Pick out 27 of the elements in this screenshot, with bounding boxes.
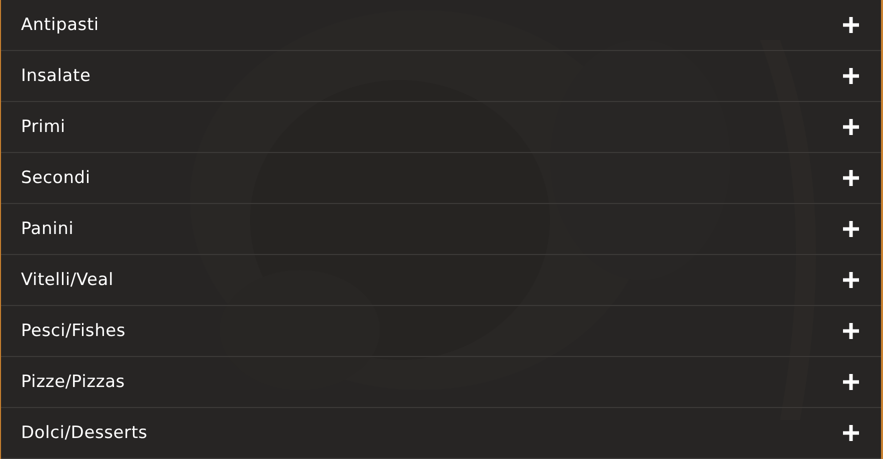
plus-icon: [842, 373, 860, 391]
category-label: Insalate: [21, 66, 91, 86]
category-label: Panini: [21, 219, 74, 239]
accordion-header[interactable]: Pizze/Pizzas: [1, 357, 881, 408]
accordion-header[interactable]: Panini: [1, 204, 881, 255]
category-label: Pizze/Pizzas: [21, 372, 125, 392]
category-label: Antipasti: [21, 15, 99, 35]
accordion-header[interactable]: Secondi: [1, 153, 881, 204]
accordion-header[interactable]: Pesci/Fishes: [1, 306, 881, 357]
plus-icon: [842, 169, 860, 187]
category-label: Pesci/Fishes: [21, 321, 126, 341]
plus-icon: [842, 322, 860, 340]
plus-icon: [842, 16, 860, 34]
plus-icon: [842, 118, 860, 136]
category-label: Secondi: [21, 168, 90, 188]
plus-icon: [842, 67, 860, 85]
accordion-header[interactable]: Vitelli/Veal: [1, 255, 881, 306]
plus-icon: [842, 220, 860, 238]
accordion-header[interactable]: Dolci/Desserts: [1, 408, 881, 459]
category-label: Dolci/Desserts: [21, 423, 148, 443]
category-label: Primi: [21, 117, 66, 137]
accordion-header[interactable]: Primi: [1, 102, 881, 153]
plus-icon: [842, 271, 860, 289]
accordion-header[interactable]: Insalate: [1, 51, 881, 102]
plus-icon: [842, 424, 860, 442]
category-label: Vitelli/Veal: [21, 270, 114, 290]
accordion-header[interactable]: Antipasti: [1, 0, 881, 51]
